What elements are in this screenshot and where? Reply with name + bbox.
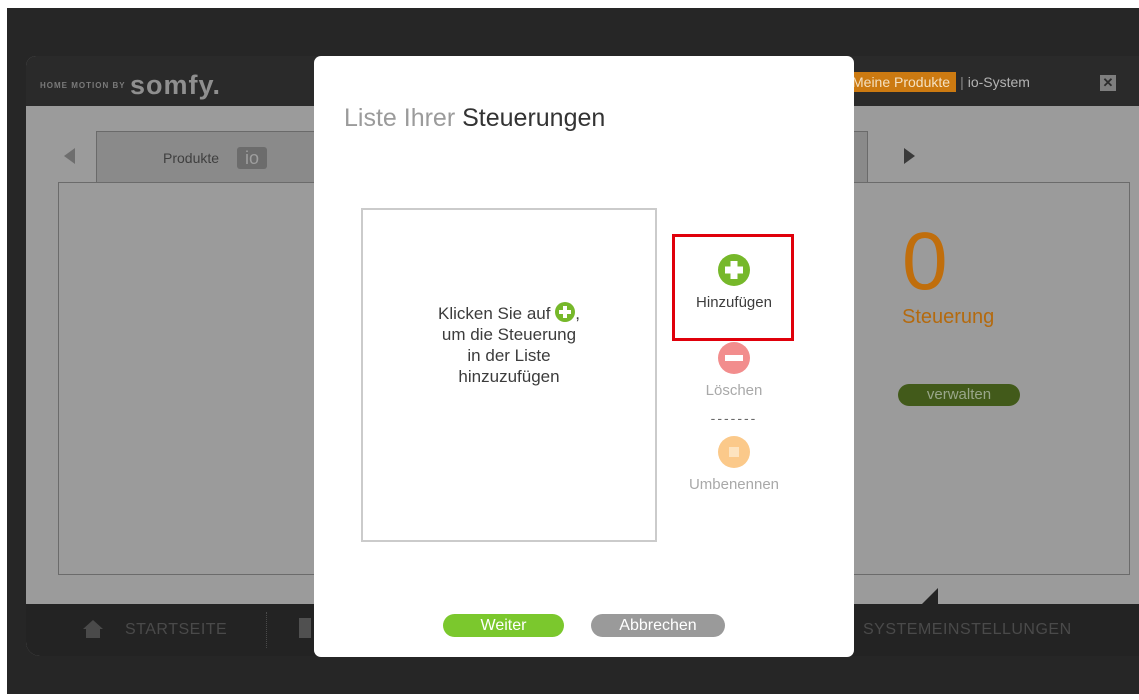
nav-home[interactable]: STARTSEITE bbox=[125, 621, 227, 639]
home-icon[interactable] bbox=[82, 618, 104, 640]
plus-circle-icon bbox=[555, 302, 576, 322]
close-icon[interactable]: ✕ bbox=[1100, 75, 1116, 91]
brand-name: somfy. bbox=[130, 70, 222, 100]
cancel-button[interactable]: Abbrechen bbox=[591, 614, 725, 637]
dialog-title: Liste Ihrer Steuerungen bbox=[344, 104, 605, 133]
active-indicator bbox=[921, 588, 938, 605]
brand-logo: HOME MOTION BY somfy. bbox=[40, 70, 221, 101]
rename-button[interactable]: Umbenennen bbox=[674, 436, 794, 493]
controller-count-label: Steuerung bbox=[902, 306, 995, 328]
controllers-list[interactable]: Klicken Sie auf , um die Steuerung in de… bbox=[361, 208, 657, 542]
delete-button[interactable]: Löschen bbox=[674, 342, 794, 399]
controllers-dialog: Liste Ihrer Steuerungen Klicken Sie auf … bbox=[314, 56, 854, 657]
hint-line-1: Klicken Sie auf , bbox=[363, 302, 655, 324]
dialog-title-light: Liste Ihrer bbox=[344, 104, 456, 132]
arrow-left-icon[interactable] bbox=[64, 148, 75, 164]
dialog-title-dark: Steuerungen bbox=[462, 104, 606, 132]
arrow-right-icon[interactable] bbox=[904, 148, 915, 164]
brand-tagline: HOME MOTION BY bbox=[40, 81, 126, 90]
hint-text-before: Klicken Sie auf bbox=[438, 304, 551, 323]
delete-label[interactable]: Löschen bbox=[674, 382, 794, 399]
nav-io-system[interactable]: io-System bbox=[968, 74, 1030, 90]
square-circle-icon[interactable] bbox=[718, 436, 750, 468]
hint-line-3: in der Liste bbox=[467, 346, 551, 365]
nav-my-products[interactable]: Meine Produkte bbox=[848, 72, 957, 92]
hint-line-4: hinzuzufügen bbox=[458, 367, 560, 386]
minus-circle-icon[interactable] bbox=[718, 342, 750, 374]
manage-button[interactable]: verwalten bbox=[898, 384, 1020, 406]
controller-count: 0 bbox=[902, 216, 948, 307]
nav-separator: | bbox=[960, 74, 964, 90]
io-badge-icon: io bbox=[237, 147, 267, 169]
action-separator: ------- bbox=[710, 410, 758, 426]
hint-line-2: um die Steuerung bbox=[441, 325, 577, 344]
empty-list-hint: Klicken Sie auf , um die Steuerung in de… bbox=[363, 302, 655, 387]
tab-products[interactable]: Produkte io bbox=[96, 131, 316, 183]
bottom-divider bbox=[266, 612, 267, 648]
next-button[interactable]: Weiter bbox=[443, 614, 564, 637]
highlight-box bbox=[672, 234, 794, 341]
nav-system-settings[interactable]: SYSTEMEINSTELLUNGEN bbox=[863, 621, 1072, 639]
document-icon[interactable] bbox=[299, 618, 311, 638]
hint-text-after: , bbox=[575, 304, 580, 323]
top-nav: Meine Produkte | io-System bbox=[848, 72, 1030, 92]
rename-label[interactable]: Umbenennen bbox=[674, 476, 794, 493]
tab-products-label: Produkte bbox=[163, 150, 220, 166]
